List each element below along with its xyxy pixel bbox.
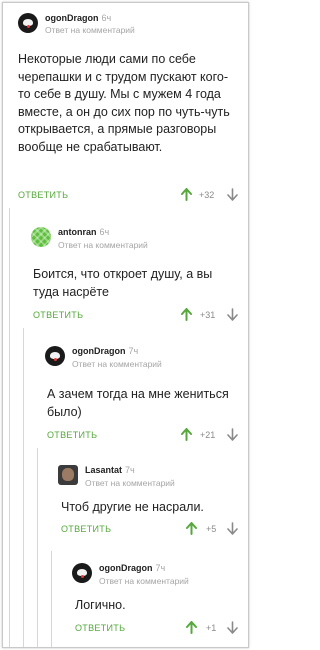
comment-time: 6ч xyxy=(99,227,110,237)
comment-text: Чтоб другие не насрали. xyxy=(61,500,204,514)
comment-text: Логично. xyxy=(75,598,126,612)
downvote-arrow-icon[interactable] xyxy=(227,428,238,441)
comment-text: Боится, что откроет душу, а вы туда наср… xyxy=(33,267,213,299)
reply-button[interactable]: ОТВЕТИТЬ xyxy=(18,190,68,200)
comment-time: 7ч xyxy=(155,563,166,573)
upvote-arrow-icon[interactable] xyxy=(181,428,192,441)
comment-author[interactable]: ogonDragon 7ч xyxy=(72,346,138,356)
downvote-arrow-icon[interactable] xyxy=(227,188,238,201)
upvote-arrow-icon[interactable] xyxy=(181,188,192,201)
downvote-arrow-icon[interactable] xyxy=(227,522,238,535)
comment-author[interactable]: antonran 6ч xyxy=(58,227,109,237)
downvote-arrow-icon[interactable] xyxy=(227,621,238,634)
comment-thread: ogonDragon 6ч Ответ на комментарий Некото… xyxy=(2,2,249,648)
reply-to-link[interactable]: Ответ на комментарий xyxy=(85,478,175,488)
reply-button[interactable]: ОТВЕТИТЬ xyxy=(75,623,125,633)
comment-time: 7ч xyxy=(128,346,139,356)
reply-button[interactable]: ОТВЕТИТЬ xyxy=(47,430,97,440)
reply-to-link[interactable]: Ответ на комментарий xyxy=(45,25,135,35)
comment-author[interactable]: ogonDragon 7ч xyxy=(99,563,165,573)
ogondragon-avatar[interactable] xyxy=(45,346,65,366)
upvote-arrow-icon[interactable] xyxy=(186,522,197,535)
comment-score: +31 xyxy=(200,310,216,320)
thread-line xyxy=(37,448,38,647)
comment-time: 7ч xyxy=(125,465,135,475)
reply-button[interactable]: ОТВЕТИТЬ xyxy=(61,524,111,534)
comment-author[interactable]: Lasantat 7ч xyxy=(85,465,135,475)
ogondragon-avatar[interactable] xyxy=(72,563,92,583)
reply-to-link[interactable]: Ответ на комментарий xyxy=(58,240,148,250)
reply-to-link[interactable]: Ответ на комментарий xyxy=(72,359,162,369)
comment-score: +1 xyxy=(206,623,217,633)
comment-author[interactable]: ogonDragon 6ч xyxy=(45,13,111,23)
upvote-arrow-icon[interactable] xyxy=(186,621,197,634)
thread-line xyxy=(51,551,52,647)
comment-text: А зачем тогда на мне жениться было) xyxy=(47,387,229,419)
comment-text: Некоторые люди сами по себе черепашки и … xyxy=(18,52,230,154)
comment-time: 6ч xyxy=(101,13,112,23)
comment-score: +32 xyxy=(199,190,215,200)
antonran-avatar[interactable] xyxy=(31,227,51,247)
thread-line xyxy=(9,208,10,647)
comment-score: +5 xyxy=(206,524,217,534)
downvote-arrow-icon[interactable] xyxy=(227,308,238,321)
reply-to-link[interactable]: Ответ на комментарий xyxy=(99,576,189,586)
upvote-arrow-icon[interactable] xyxy=(181,308,192,321)
comment-score: +21 xyxy=(200,430,216,440)
reply-button[interactable]: ОТВЕТИТЬ xyxy=(33,310,83,320)
thread-line xyxy=(23,328,24,647)
lasantat-avatar[interactable] xyxy=(58,465,78,485)
ogondragon-avatar[interactable] xyxy=(18,13,38,33)
